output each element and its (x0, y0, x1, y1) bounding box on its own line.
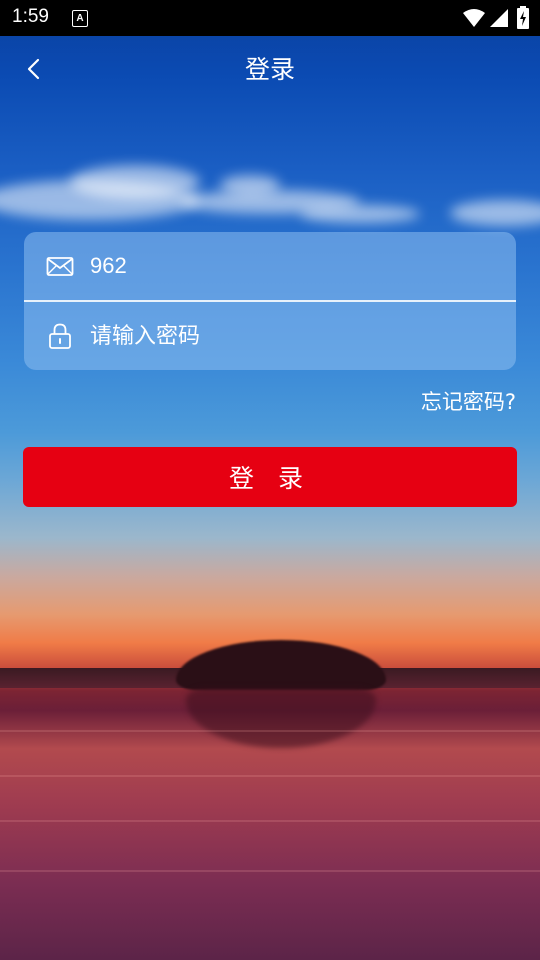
login-button[interactable]: 登 录 (23, 447, 517, 507)
background-cloud (220, 175, 280, 195)
username-input[interactable] (90, 246, 490, 286)
forgot-password-link[interactable]: 忘记密码? (421, 386, 516, 416)
island-silhouette (176, 640, 386, 690)
login-form-card (24, 232, 516, 370)
battery-icon (517, 6, 529, 29)
login-screen: 1:59 A 登录 962 忘记密码? 登 录 (0, 0, 540, 960)
water-ripple (0, 820, 540, 822)
notification-a-icon: A (72, 10, 88, 27)
signal-icon (490, 9, 508, 27)
status-bar: 1:59 A (0, 0, 540, 36)
background-cloud (70, 165, 200, 199)
background-cloud (450, 200, 540, 226)
username-row (24, 232, 516, 300)
page-title: 登录 (244, 55, 295, 84)
password-input[interactable] (90, 316, 490, 356)
background-cloud (300, 205, 420, 223)
wifi-icon (463, 9, 485, 27)
water-ripple (0, 775, 540, 777)
mail-icon (46, 257, 74, 276)
lock-icon (49, 323, 71, 349)
status-time: 1:59 (12, 6, 49, 27)
water-ripple (0, 870, 540, 872)
password-row (24, 302, 516, 370)
water-ripple (0, 730, 540, 732)
island-reflection (186, 688, 376, 748)
